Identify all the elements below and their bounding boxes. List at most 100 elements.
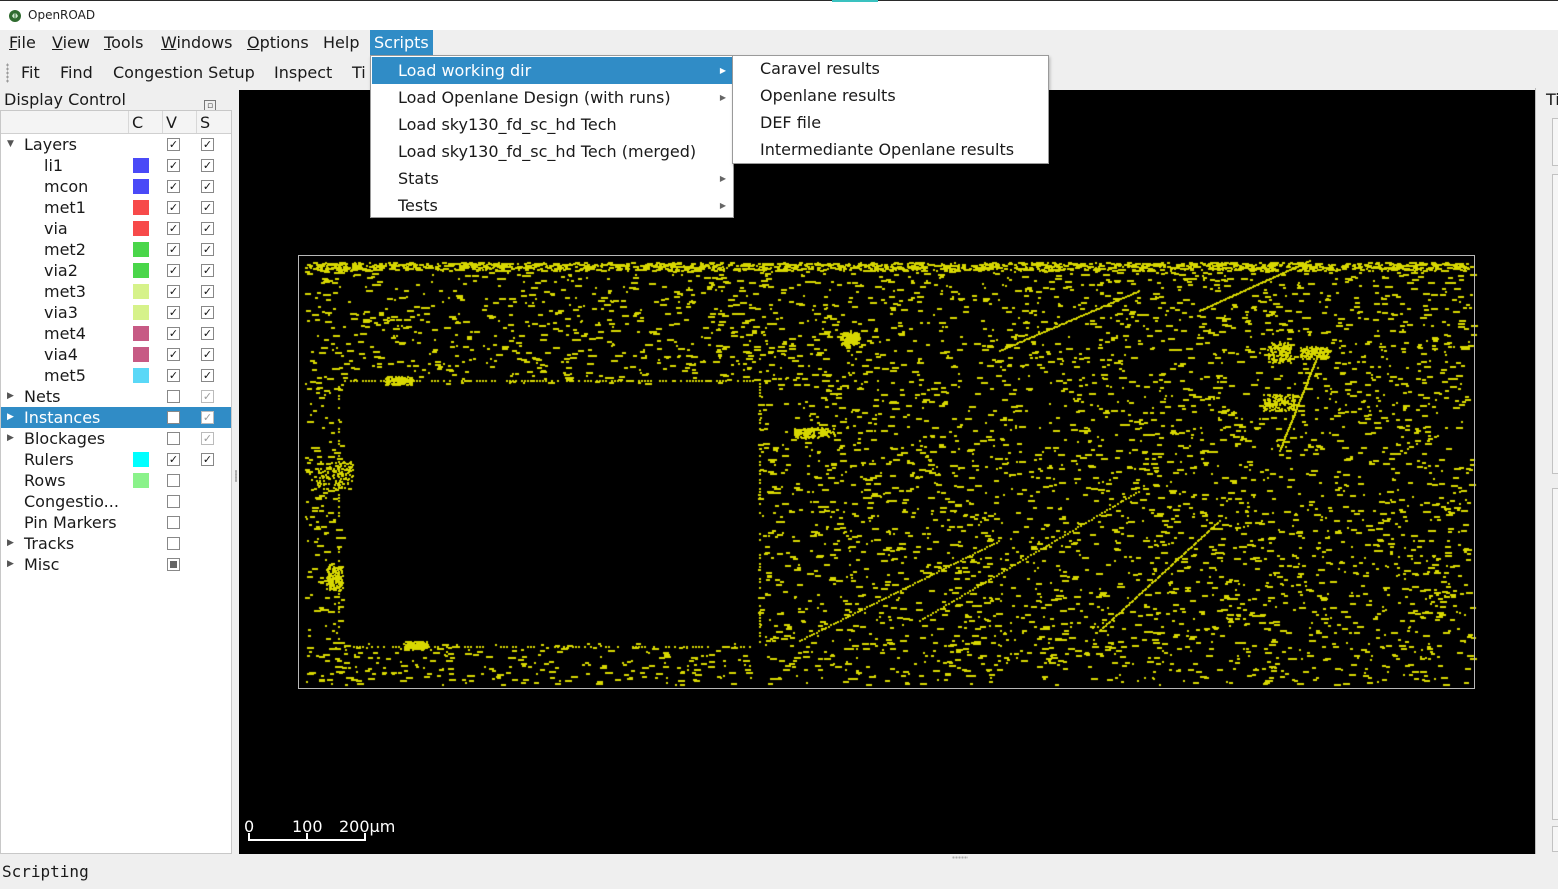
scripts-menu-item[interactable]: Load Openlane Design (with runs) ▶ <box>372 84 732 111</box>
selectable-checkbox[interactable]: ✓ <box>201 411 214 424</box>
visible-checkbox[interactable]: ✓ <box>167 222 180 235</box>
color-swatch[interactable] <box>133 326 149 341</box>
scripts-menu-item[interactable]: Stats ▶ <box>372 165 732 192</box>
scripts-menu-item[interactable]: Load working dir ▶ <box>372 57 732 84</box>
working-dir-menu-item[interactable]: Intermediante Openlane results <box>734 136 1047 163</box>
find-button[interactable]: Find <box>60 57 93 88</box>
tree-row-rows[interactable]: Rows <box>1 470 231 491</box>
color-swatch[interactable] <box>133 200 149 215</box>
tree-row-nets[interactable]: ▶ Nets ✓ <box>1 386 231 407</box>
selectable-checkbox[interactable]: ✓ <box>201 390 214 403</box>
color-swatch[interactable] <box>133 305 149 320</box>
menu-file[interactable]: File <box>5 30 40 55</box>
color-swatch[interactable] <box>133 452 149 467</box>
working-dir-menu-item[interactable]: Openlane results <box>734 82 1047 109</box>
expand-down-icon[interactable]: ▼ <box>7 134 14 155</box>
timing-button[interactable]: Ti <box>352 57 366 88</box>
tree-row-congestio[interactable]: Congestio... <box>1 491 231 512</box>
column-visible-header[interactable]: V <box>166 113 177 132</box>
selectable-checkbox[interactable]: ✓ <box>201 432 214 445</box>
selectable-checkbox[interactable]: ✓ <box>201 369 214 382</box>
menu-options[interactable]: Options <box>243 30 313 55</box>
tree-row-blockages[interactable]: ▶ Blockages ✓ <box>1 428 231 449</box>
dock-splitter-handle[interactable] <box>235 470 237 482</box>
tree-row-met4[interactable]: met4 ✓ ✓ <box>1 323 231 344</box>
visible-checkbox[interactable]: ✓ <box>167 285 180 298</box>
toolbar-grip[interactable] <box>6 63 9 83</box>
visible-checkbox[interactable]: ✓ <box>167 243 180 256</box>
column-selectable-header[interactable]: S <box>200 113 210 132</box>
tree-row-met2[interactable]: met2 ✓ ✓ <box>1 239 231 260</box>
selectable-checkbox[interactable]: ✓ <box>201 264 214 277</box>
visible-checkbox[interactable]: ✓ <box>167 327 180 340</box>
visible-checkbox[interactable]: ✓ <box>167 369 180 382</box>
expand-right-icon[interactable]: ▶ <box>7 428 14 449</box>
color-swatch[interactable] <box>133 368 149 383</box>
selectable-checkbox[interactable]: ✓ <box>201 180 214 193</box>
tree-row-rulers[interactable]: Rulers ✓ ✓ <box>1 449 231 470</box>
inspect-button[interactable]: Inspect <box>274 57 332 88</box>
color-swatch[interactable] <box>133 221 149 236</box>
visible-checkbox[interactable] <box>167 390 180 403</box>
tree-row-via3[interactable]: via3 ✓ ✓ <box>1 302 231 323</box>
selectable-checkbox[interactable]: ✓ <box>201 453 214 466</box>
expand-right-icon[interactable]: ▶ <box>7 533 14 554</box>
tree-row-met5[interactable]: met5 ✓ ✓ <box>1 365 231 386</box>
tree-row-tracks[interactable]: ▶ Tracks <box>1 533 231 554</box>
selectable-checkbox[interactable]: ✓ <box>201 285 214 298</box>
tree-row-layers[interactable]: ▼ Layers ✓ ✓ <box>1 134 231 155</box>
color-swatch[interactable] <box>133 158 149 173</box>
working-dir-menu-item[interactable]: Caravel results <box>734 55 1047 82</box>
statusbar-splitter[interactable] <box>952 856 968 859</box>
color-swatch[interactable] <box>133 242 149 257</box>
selectable-checkbox[interactable]: ✓ <box>201 138 214 151</box>
column-color-header[interactable]: C <box>132 113 143 132</box>
color-swatch[interactable] <box>133 473 149 488</box>
color-swatch[interactable] <box>133 284 149 299</box>
menu-help[interactable]: Help <box>319 30 363 55</box>
visible-checkbox[interactable] <box>167 558 180 571</box>
visible-checkbox[interactable] <box>167 495 180 508</box>
tree-row-pin-markers[interactable]: Pin Markers <box>1 512 231 533</box>
working-dir-menu-item[interactable]: DEF file <box>734 109 1047 136</box>
color-swatch[interactable] <box>133 179 149 194</box>
scripts-menu-item[interactable]: Tests ▶ <box>372 192 732 219</box>
tree-row-via[interactable]: via ✓ ✓ <box>1 218 231 239</box>
visible-checkbox[interactable]: ✓ <box>167 138 180 151</box>
scripts-menu-item[interactable]: Load sky130_fd_sc_hd Tech <box>372 111 732 138</box>
visible-checkbox[interactable] <box>167 432 180 445</box>
color-swatch[interactable] <box>133 347 149 362</box>
expand-right-icon[interactable]: ▶ <box>7 386 14 407</box>
selectable-checkbox[interactable]: ✓ <box>201 159 214 172</box>
congestion-setup-button[interactable]: Congestion Setup <box>113 57 255 88</box>
tree-row-via2[interactable]: via2 ✓ ✓ <box>1 260 231 281</box>
tree-row-met3[interactable]: met3 ✓ ✓ <box>1 281 231 302</box>
visible-checkbox[interactable] <box>167 516 180 529</box>
visible-checkbox[interactable]: ✓ <box>167 264 180 277</box>
visible-checkbox[interactable]: ✓ <box>167 306 180 319</box>
color-swatch[interactable] <box>133 263 149 278</box>
menu-tools[interactable]: Tools <box>100 30 147 55</box>
fit-button[interactable]: Fit <box>21 57 40 88</box>
selectable-checkbox[interactable]: ✓ <box>201 201 214 214</box>
tree-row-instances[interactable]: ▶ Instances ✓ <box>1 407 231 428</box>
selectable-checkbox[interactable]: ✓ <box>201 306 214 319</box>
expand-right-icon[interactable]: ▶ <box>7 554 14 575</box>
scripts-menu-item[interactable]: Load sky130_fd_sc_hd Tech (merged) <box>372 138 732 165</box>
selectable-checkbox[interactable]: ✓ <box>201 243 214 256</box>
visible-checkbox[interactable] <box>167 474 180 487</box>
menu-windows[interactable]: Windows <box>157 30 236 55</box>
timing-button-fragment[interactable] <box>1552 826 1558 852</box>
visible-checkbox[interactable] <box>167 411 180 424</box>
tree-row-misc[interactable]: ▶ Misc <box>1 554 231 575</box>
tree-row-li1[interactable]: li1 ✓ ✓ <box>1 155 231 176</box>
visible-checkbox[interactable]: ✓ <box>167 453 180 466</box>
visible-checkbox[interactable]: ✓ <box>167 180 180 193</box>
selectable-checkbox[interactable]: ✓ <box>201 222 214 235</box>
tree-row-via4[interactable]: via4 ✓ ✓ <box>1 344 231 365</box>
menu-view[interactable]: View <box>48 30 94 55</box>
selectable-checkbox[interactable]: ✓ <box>201 327 214 340</box>
menu-scripts[interactable]: Scripts <box>370 30 433 55</box>
tree-row-met1[interactable]: met1 ✓ ✓ <box>1 197 231 218</box>
visible-checkbox[interactable]: ✓ <box>167 159 180 172</box>
